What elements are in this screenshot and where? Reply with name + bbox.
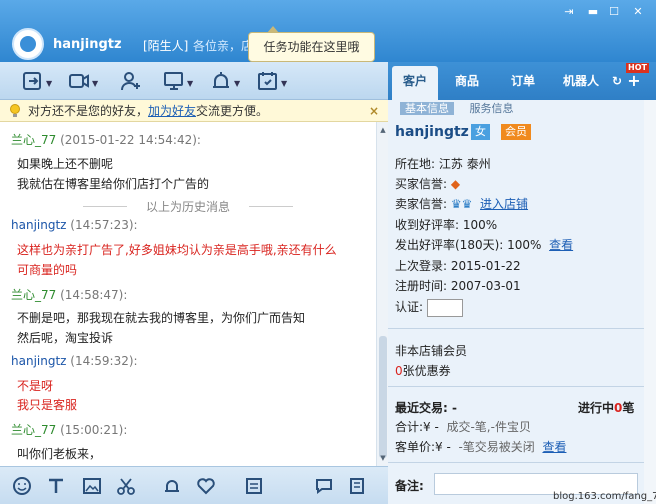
avatar[interactable] <box>12 28 44 60</box>
history-icon[interactable] <box>348 476 368 496</box>
send-file-button[interactable]: ▼ <box>22 70 52 92</box>
message-header: hanjingtz (14:59:32): <box>11 354 138 368</box>
message-line: 我就估在博客里给你们店打个广告的 <box>17 177 210 191</box>
history-divider: 以上为历史消息 <box>83 198 293 215</box>
tab-order[interactable]: 订单 <box>500 62 546 100</box>
message-line: 叫你们老板来， <box>17 447 102 461</box>
message-line: 然后呢，淘宝投诉 <box>17 331 114 345</box>
bell-icon <box>213 72 229 88</box>
vip-badge: 会员 <box>501 124 531 140</box>
lightbulb-icon <box>10 104 20 117</box>
add-user-icon <box>121 72 140 91</box>
contact-name: hanjingtz <box>53 37 122 52</box>
customer-panel: 基本信息 服务信息 hanjingtz 女 会员 所在地: 江苏 泰州 买家信誉… <box>388 100 644 504</box>
profile-name: hanjingtz <box>395 124 469 140</box>
scroll-thumb[interactable] <box>379 336 387 458</box>
unit-price-row: 客单价:¥ - -笔交易被关闭 查看 <box>395 440 567 454</box>
tab-customer[interactable]: 客户 <box>392 66 438 100</box>
message-header: 兰心_77 (2015-01-22 14:54:42): <box>11 133 201 147</box>
tab-robot[interactable]: 机器人 <box>554 62 608 100</box>
stranger-notice: 对方还不是您的好友，加为好友交流更方便。 × <box>0 100 388 122</box>
minimize-icon[interactable]: ▬ <box>586 6 600 18</box>
add-friend-link[interactable]: 加为好友 <box>148 104 196 118</box>
refresh-icon[interactable]: ↻ <box>610 62 624 100</box>
register-row: 注册时间: 2007-03-01 <box>395 279 521 293</box>
message-line: 这样也为亲打广告了,好多姐妹均认为亲是高手哦,亲还有什么 <box>17 243 337 257</box>
pin-icon[interactable]: ⇥ <box>562 6 576 18</box>
contact-tag: [陌生人] <box>143 39 189 53</box>
emoji-icon[interactable] <box>12 476 32 496</box>
sent-rate-row: 发出好评率(180天): 100% 查看 <box>395 238 574 252</box>
message-header: hanjingtz (14:57:23): <box>11 218 138 232</box>
member-status: 非本店铺会员 <box>395 344 468 358</box>
notice-text-before: 对方还不是您的好友， <box>28 104 149 118</box>
message-header: 兰心_77 (14:58:47): <box>11 288 128 302</box>
view-rate-link[interactable]: 查看 <box>549 238 573 252</box>
chat-toolbar: ▼ ▼ ▼ ▼ ▼ <box>0 62 388 100</box>
scissors-icon[interactable] <box>116 476 136 496</box>
gender-badge: 女 <box>471 124 490 140</box>
note-label: 备注: <box>395 479 424 493</box>
input-toolbar <box>0 466 388 504</box>
panel-scrollbar[interactable] <box>644 100 656 504</box>
message-line: 我只是客服 <box>17 398 78 412</box>
watermark: blog.163.com/fang_77 <box>553 491 656 502</box>
maximize-icon[interactable]: ☐ <box>607 6 621 18</box>
buyer-credit-row: 买家信誉: ◆ <box>395 177 461 191</box>
auth-row: 认证: <box>395 298 463 317</box>
enter-shop-link[interactable]: 进入店铺 <box>480 197 528 211</box>
ongoing-trade: 进行中0笔 <box>578 401 635 415</box>
notice-text-after: 交流更方便。 <box>196 104 269 118</box>
add-contact-button[interactable] <box>120 70 142 92</box>
chat-bubble-icon[interactable] <box>314 476 334 496</box>
close-notice-icon[interactable]: × <box>369 100 379 122</box>
good-rate-row: 收到好评率: 100% <box>395 218 498 232</box>
hot-badge: HOT <box>626 63 649 73</box>
right-tabs: 客户 商品 订单 机器人 ↻ + <box>388 62 656 100</box>
chat-history: 兰心_77 (2015-01-22 14:54:42): 如果晚上还不删呢 我就… <box>0 122 376 466</box>
subtab-basic-info[interactable]: 基本信息 <box>400 102 454 115</box>
message-line: 不是呀 <box>17 379 54 393</box>
total-row: 合计:¥ - 成交-笔,-件宝贝 <box>395 420 531 434</box>
screen-share-button[interactable]: ▼ <box>163 70 193 92</box>
chat-scrollbar[interactable]: ▲ ▼ <box>376 122 388 466</box>
tab-product[interactable]: 商品 <box>444 62 490 100</box>
calendar-icon <box>258 72 277 90</box>
heart-icon[interactable] <box>196 476 216 496</box>
certification-icon <box>426 298 463 317</box>
message-line: 不删是吧，那我现在就去我的博客里，为你们广而告知 <box>17 311 306 325</box>
subtab-service-info[interactable]: 服务信息 <box>470 102 514 115</box>
image-icon[interactable] <box>82 476 102 496</box>
task-button[interactable]: ▼ <box>257 70 287 92</box>
recent-trade-row: 最近交易: - <box>395 401 457 415</box>
last-login-row: 上次登录: 2015-01-22 <box>395 259 521 273</box>
profile-subtabs: 基本信息 服务信息 <box>400 100 526 115</box>
alert-button[interactable]: ▼ <box>210 70 240 92</box>
send-file-icon <box>23 72 41 90</box>
font-icon[interactable] <box>46 476 66 496</box>
shake-icon[interactable] <box>162 476 182 496</box>
message-header: 兰心_77 (15:00:21): <box>11 423 128 437</box>
view-closed-link[interactable]: 查看 <box>542 440 566 454</box>
seller-credit-row: 卖家信誉: ♛♛ 进入店铺 <box>395 197 529 211</box>
video-icon <box>69 74 89 88</box>
message-line: 可商量的吗 <box>17 263 78 277</box>
diamond-icon: ◆ <box>450 177 461 191</box>
video-button[interactable]: ▼ <box>68 70 98 92</box>
quick-phrase-icon[interactable] <box>244 476 264 496</box>
location-row: 所在地: 江苏 泰州 <box>395 157 491 171</box>
screen-icon <box>164 72 183 90</box>
close-icon[interactable]: ✕ <box>631 6 645 18</box>
task-tooltip: 任务功能在这里哦 <box>248 26 375 62</box>
crown-icon: ♛♛ <box>450 197 473 211</box>
coupon-row: 0张优惠券 <box>395 364 451 378</box>
message-line: 如果晚上还不删呢 <box>17 157 114 171</box>
